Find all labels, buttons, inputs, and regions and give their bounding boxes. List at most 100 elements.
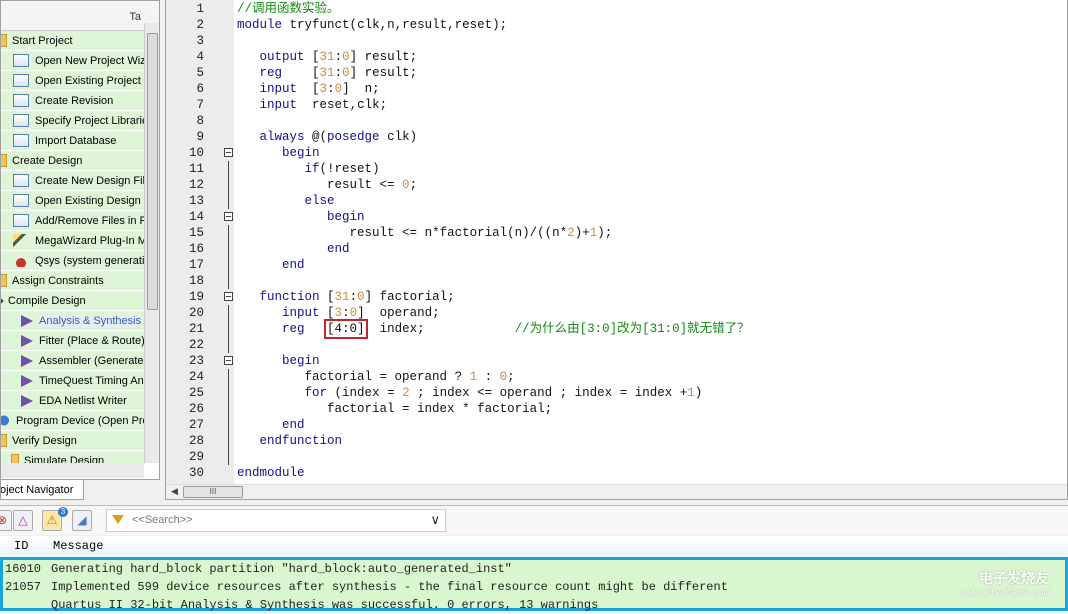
code-line[interactable]: 20 input [3:0] operand;: [166, 305, 1066, 321]
watermark-logo: 电子发烧友 www.elecfans.com: [963, 568, 1049, 598]
task-item[interactable]: Add/Remove Files in Project: [1, 211, 144, 231]
task-item[interactable]: Compile Design: [1, 291, 144, 311]
code-text: reg [4:0] index; //为什么由[3:0]改为[31:0]就无错了…: [282, 319, 750, 339]
code-line[interactable]: 19 function [31:0] factorial;: [166, 289, 1066, 305]
code-line[interactable]: 26 factorial = index * factorial;: [166, 401, 1066, 417]
error-filter-button[interactable]: ⊗: [0, 510, 12, 531]
page-icon: [13, 114, 29, 127]
code-text: factorial = operand ? 1 : 0;: [304, 370, 515, 384]
code-line[interactable]: 16 end: [166, 241, 1066, 257]
fold-toggle-icon[interactable]: [224, 212, 233, 221]
scroll-thumb[interactable]: III: [183, 486, 243, 498]
fold-guide: [228, 433, 229, 449]
fold-guide: [228, 305, 229, 321]
code-line[interactable]: 4 output [31:0] result;: [166, 49, 1066, 65]
code-line[interactable]: 18: [166, 273, 1066, 289]
code-line[interactable]: 7 input reset,clk;: [166, 97, 1066, 113]
fold-guide: [228, 369, 229, 385]
task-item[interactable]: Open Existing Project: [1, 71, 144, 91]
code-text: end: [327, 242, 350, 256]
task-item[interactable]: Start Project: [1, 31, 144, 51]
code-line[interactable]: 11 if(!reset): [166, 161, 1066, 177]
editor-horizontal-scrollbar[interactable]: ◀ III: [166, 484, 1067, 499]
message-row[interactable]: 21057 Implemented 599 device resources af…: [3, 578, 1065, 596]
task-item[interactable]: TimeQuest Timing Analysis: [1, 371, 144, 391]
code-line[interactable]: 5 reg [31:0] result;: [166, 65, 1066, 81]
task-item[interactable]: Import Database: [1, 131, 144, 151]
chevron-down-icon[interactable]: ∨: [430, 512, 440, 528]
task-item[interactable]: Verify Design: [1, 431, 144, 451]
code-text: end: [282, 258, 305, 272]
play-icon: [21, 374, 33, 387]
fold-toggle-icon[interactable]: [224, 292, 233, 301]
code-line[interactable]: 30 endmodule: [166, 465, 1066, 481]
code-line[interactable]: 24 factorial = operand ? 1 : 0;: [166, 369, 1066, 385]
task-item[interactable]: Create Design: [1, 151, 144, 171]
info-filter-button[interactable]: ◢: [72, 510, 92, 531]
code-line[interactable]: 13 else: [166, 193, 1066, 209]
task-item[interactable]: Fitter (Place & Route): [1, 331, 144, 351]
fold-toggle-icon[interactable]: [224, 148, 233, 157]
code-line[interactable]: 23 begin: [166, 353, 1066, 369]
message-row[interactable]: Quartus II 32-bit Analysis & Synthesis w…: [3, 596, 1065, 614]
task-item[interactable]: Open New Project Wizard: [1, 51, 144, 71]
scroll-left-icon[interactable]: ◀: [171, 486, 178, 497]
task-list: Start Project Open New Project Wizard Open…: [1, 31, 144, 467]
code-text: endfunction: [259, 434, 343, 448]
code-line[interactable]: 27 end: [166, 417, 1066, 433]
task-item[interactable]: Create Revision: [1, 91, 144, 111]
code-text: reg [31:0] result;: [259, 66, 418, 80]
task-item[interactable]: Create New Design File: [1, 171, 144, 191]
code-line[interactable]: 3: [166, 33, 1066, 49]
code-line[interactable]: 12 result <= 0;: [166, 177, 1066, 193]
tab-project-navigator[interactable]: Project Navigator: [0, 480, 84, 500]
scroll-thumb[interactable]: [147, 33, 158, 310]
task-item[interactable]: Qsys (system generation): [1, 251, 144, 271]
code-line[interactable]: 14 begin: [166, 209, 1066, 225]
code-line[interactable]: 2 module tryfunct(clk,n,result,reset);: [166, 17, 1066, 33]
horizontal-scrollbar[interactable]: [1, 463, 144, 478]
code-line[interactable]: 8: [166, 113, 1066, 129]
code-editor[interactable]: 1 //调用函数实验。 2 module tryfunct(clk,n,result,…: [165, 0, 1068, 500]
task-item[interactable]: Assembler (Generate programming files): [1, 351, 144, 371]
task-item[interactable]: MegaWizard Plug-In Manager: [1, 231, 144, 251]
column-id[interactable]: ID: [14, 536, 28, 557]
code-line[interactable]: 6 input [3:0] n;: [166, 81, 1066, 97]
code-line[interactable]: 25 for (index = 2 ; index <= operand ; i…: [166, 385, 1066, 401]
code-text: begin: [327, 210, 365, 224]
watermark-url: www.elecfans.com: [962, 588, 1049, 598]
navigator-header: Ta: [1, 1, 159, 31]
code-line[interactable]: 22: [166, 337, 1066, 353]
line-number: 20: [188, 306, 204, 320]
code-line[interactable]: 15 result <= n*factorial(n)/((n*2)+1);: [166, 225, 1066, 241]
message-row[interactable]: 16010 Generating hard_block partition "ha…: [3, 560, 1065, 578]
line-number: 6: [196, 82, 204, 96]
fold-toggle-icon[interactable]: [224, 356, 233, 365]
code-line[interactable]: 17 end: [166, 257, 1066, 273]
task-item[interactable]: Assign Constraints: [1, 271, 144, 291]
column-message[interactable]: Message: [53, 536, 103, 557]
code-line[interactable]: 28 endfunction: [166, 433, 1066, 449]
code-line[interactable]: 9 always @(posedge clk): [166, 129, 1066, 145]
critical-warning-filter-button[interactable]: △: [13, 510, 33, 531]
task-item[interactable]: Program Device (Open Programmer): [1, 411, 144, 431]
code-line[interactable]: 1 //调用函数实验。: [166, 1, 1066, 17]
task-item[interactable]: EDA Netlist Writer: [1, 391, 144, 411]
task-column-header[interactable]: Ta: [129, 11, 141, 23]
message-search-input[interactable]: <<Search>> ∨: [106, 509, 446, 532]
code-line[interactable]: 29: [166, 449, 1066, 465]
task-label: MegaWizard Plug-In Manager: [35, 234, 144, 247]
task-item[interactable]: Analysis & Synthesis: [1, 311, 144, 331]
task-item[interactable]: Open Existing Design File: [1, 191, 144, 211]
code-line[interactable]: 10 begin: [166, 145, 1066, 161]
task-label: Verify Design: [12, 434, 77, 447]
vertical-scrollbar[interactable]: [144, 23, 159, 463]
fold-guide: [228, 401, 229, 417]
play-icon: [21, 334, 33, 347]
line-number: 2: [196, 18, 204, 32]
task-item[interactable]: Specify Project Libraries: [1, 111, 144, 131]
line-number: 8: [196, 114, 204, 128]
code-line[interactable]: 21 reg [4:0] index; //为什么由[3:0]改为[31:0]就…: [166, 319, 1066, 339]
prog-icon: [1, 414, 10, 427]
messages-toolbar: ⊗ △ ⚠ 3 ◢ <<Search>> ∨: [0, 505, 1068, 535]
